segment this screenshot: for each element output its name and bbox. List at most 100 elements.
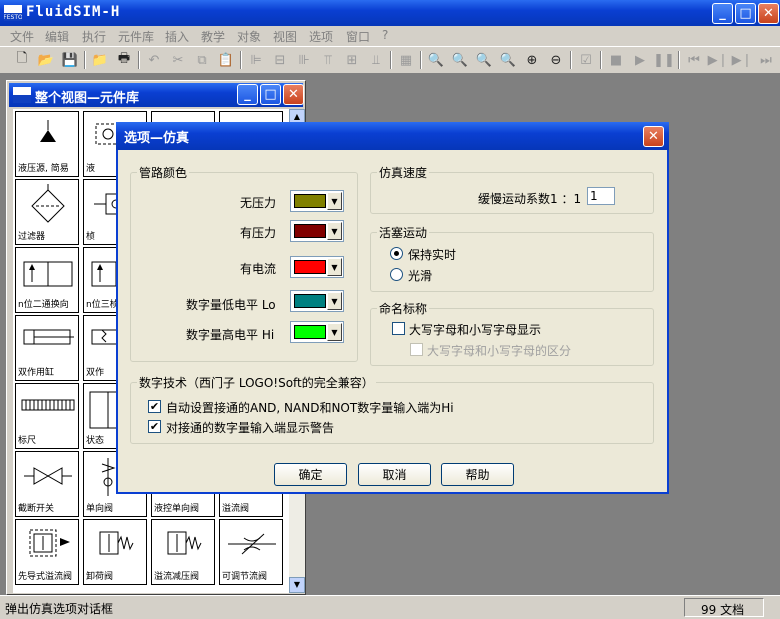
library-close-button[interactable]: ✕ [283, 84, 304, 105]
library-cell[interactable]: 卸荷阀 [83, 519, 147, 585]
print-icon[interactable]: 🖶 [114, 50, 134, 70]
menu-execute[interactable]: 执行 [82, 28, 106, 45]
library-minimize-button[interactable]: _ [237, 84, 258, 105]
ok-button[interactable]: 确定 [274, 463, 347, 486]
digital-high-color-select[interactable]: ▼ [290, 321, 344, 343]
step-icon[interactable]: ▶❘ [708, 50, 729, 70]
align-right-icon[interactable]: ⊪ [294, 50, 314, 70]
upper-lower-label: 大写字母和小写字母显示 [409, 323, 542, 337]
warn-inputs-checkbox[interactable]: ✔ [148, 420, 161, 433]
dropdown-arrow-icon[interactable]: ▼ [327, 192, 342, 210]
status-message: 弹出仿真选项对话框 [5, 602, 114, 616]
library-cell[interactable]: 过滤器 [15, 179, 79, 245]
smooth-radio[interactable] [390, 268, 403, 281]
rewind-icon[interactable]: ⏮ [684, 50, 704, 70]
menu-teaching[interactable]: 教学 [201, 28, 225, 45]
library-cell[interactable]: 标尺 [15, 383, 79, 449]
save-icon[interactable]: 💾 [60, 50, 80, 70]
digital-high-label: 数字量高电平 Hi [186, 328, 275, 342]
menu-window[interactable]: 窗口 [346, 28, 370, 45]
library-cell-label: 可调节流阀 [222, 572, 268, 582]
slow-motion-input[interactable] [587, 187, 615, 205]
menu-edit[interactable]: 编辑 [45, 28, 69, 45]
no-pressure-color-select[interactable]: ▼ [290, 190, 344, 212]
library-cell-label: 卸荷阀 [86, 572, 114, 582]
minimize-button[interactable]: _ [712, 3, 733, 24]
check-icon[interactable]: ☑ [576, 50, 596, 70]
library-maximize-button[interactable]: □ [260, 84, 281, 105]
menu-object[interactable]: 对象 [237, 28, 261, 45]
toolbar-separator [240, 51, 242, 69]
align-center-icon[interactable]: ⊟ [270, 50, 290, 70]
svg-text:FESTO: FESTO [4, 14, 22, 21]
app-title-bar: FESTO FluidSIM-H _ □ ✕ [0, 0, 780, 26]
forward-icon[interactable]: ▶❘ [732, 50, 753, 70]
pipe-colors-title: 管路颜色 [137, 164, 190, 181]
scroll-down-icon[interactable]: ▼ [289, 577, 305, 593]
library-cell[interactable]: 先导式溢流阀 [15, 519, 79, 585]
zoom-out-icon[interactable]: ⊖ [546, 50, 566, 70]
menu-file[interactable]: 文件 [10, 28, 34, 45]
library-title: 整个视图—元件库 [35, 91, 140, 106]
toolbar-separator [138, 51, 140, 69]
way-valve-2-icon [23, 261, 73, 287]
no-pressure-label: 无压力 [240, 196, 277, 210]
with-pressure-color-select[interactable]: ▼ [290, 220, 344, 242]
menu-view[interactable]: 视图 [273, 28, 297, 45]
auto-set-hi-label: 自动设置接通的AND, NAND和NOT数字量输入端为Hi [166, 401, 454, 415]
fast-forward-icon[interactable]: ⏭ [756, 50, 776, 70]
zoom-prev-icon[interactable]: 🔍 [450, 50, 470, 70]
maximize-button[interactable]: □ [735, 3, 756, 24]
dropdown-arrow-icon[interactable]: ▼ [327, 292, 342, 310]
digital-low-color-select[interactable]: ▼ [290, 290, 344, 312]
scale-icon [21, 399, 75, 411]
paste-icon[interactable]: 📋 [216, 50, 236, 70]
open-folder-icon[interactable]: 📂 [36, 50, 56, 70]
play-icon[interactable]: ▶ [630, 50, 650, 70]
menu-options[interactable]: 选项 [309, 28, 333, 45]
library-cell[interactable]: n位二通换向 [15, 247, 79, 313]
cancel-button[interactable]: 取消 [358, 463, 431, 486]
library-title-bar: 整个视图—元件库 _ □ ✕ [9, 83, 304, 107]
piston-motion-title: 活塞运动 [377, 224, 430, 241]
align-bottom-icon[interactable]: ⫫ [366, 50, 386, 70]
library-cell[interactable]: 溢流减压阀 [151, 519, 215, 585]
library-cell[interactable]: 可调节流阀 [219, 519, 283, 585]
zoom-all-icon[interactable]: 🔍 [498, 50, 518, 70]
with-current-color-select[interactable]: ▼ [290, 256, 344, 278]
cut-icon[interactable]: ✂ [168, 50, 188, 70]
menu-insert[interactable]: 插入 [165, 28, 189, 45]
library-cell-label: 溢流减压阀 [154, 572, 200, 582]
stop-icon[interactable]: ■ [606, 50, 626, 70]
align-top-icon[interactable]: ⫪ [318, 50, 338, 70]
dropdown-arrow-icon[interactable]: ▼ [327, 323, 342, 341]
menu-library[interactable]: 元件库 [118, 28, 154, 45]
dialog-close-button[interactable]: ✕ [643, 126, 664, 147]
open-project-icon[interactable]: 📁 [90, 50, 110, 70]
pause-icon[interactable]: ❚❚ [653, 50, 675, 70]
dropdown-arrow-icon[interactable]: ▼ [327, 258, 342, 276]
toolbar-separator [390, 51, 392, 69]
keep-realtime-radio[interactable] [390, 247, 403, 260]
copy-icon[interactable]: ⧉ [192, 50, 212, 70]
zoom-fit-icon[interactable]: 🔍 [426, 50, 446, 70]
menu-help[interactable]: ? [382, 28, 388, 42]
distinguish-case-checkbox[interactable] [410, 343, 423, 356]
grid-icon[interactable]: ▦ [396, 50, 416, 70]
library-cell[interactable]: 截断开关 [15, 451, 79, 517]
library-cell[interactable]: 双作用缸 [15, 315, 79, 381]
new-file-icon[interactable]: 🗋 [12, 50, 32, 70]
upper-lower-checkbox[interactable] [392, 322, 405, 335]
align-middle-icon[interactable]: ⊞ [342, 50, 362, 70]
menu-bar: 文件 编辑 执行 元件库 插入 教学 对象 视图 选项 窗口 ? [0, 26, 780, 46]
dropdown-arrow-icon[interactable]: ▼ [327, 222, 342, 240]
library-cell[interactable]: 液压源, 简易 [15, 111, 79, 177]
zoom-window-icon[interactable]: 🔍 [474, 50, 494, 70]
align-left-icon[interactable]: ⊫ [246, 50, 266, 70]
zoom-in-icon[interactable]: ⊕ [522, 50, 542, 70]
library-cell-label: 标尺 [18, 436, 37, 446]
undo-icon[interactable]: ↶ [144, 50, 164, 70]
help-button[interactable]: 帮助 [441, 463, 514, 486]
close-button[interactable]: ✕ [758, 3, 779, 24]
auto-set-hi-checkbox[interactable]: ✔ [148, 400, 161, 413]
